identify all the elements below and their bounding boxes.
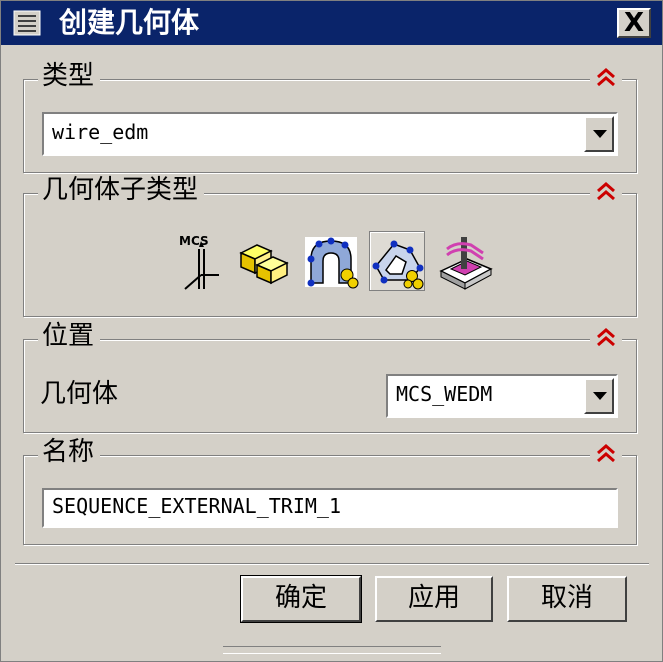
name-group: 名称 SEQUENCE_EXTERNAL_TRIM_1: [23, 436, 637, 545]
geometry-label: 几何体: [40, 379, 119, 409]
external-trim-icon: [305, 237, 359, 289]
sequence-icon: [439, 237, 493, 290]
type-group-title: 类型: [38, 60, 101, 92]
double-chevron-up-icon[interactable]: [590, 180, 622, 202]
dialog-menu-icon[interactable]: [13, 10, 41, 36]
type-group: 类型 wire_edm: [23, 60, 637, 173]
type-select-value: wire_edm: [52, 120, 149, 144]
mcs-icon-caption: MCS: [179, 234, 209, 248]
internal-trim-icon: [372, 240, 424, 290]
subtype-group-title: 几何体子类型: [38, 174, 205, 206]
mcs-icon: MCS: [179, 234, 219, 290]
subtype-sequence-button[interactable]: [437, 231, 493, 291]
ok-button[interactable]: 确定: [240, 575, 362, 623]
location-group: 位置 几何体 MCS_WEDM: [23, 320, 637, 433]
create-geometry-dialog: 创建几何体 X 类型 wire_edm 几何体子类型 MCS 位置 几何体 MC…: [0, 0, 663, 662]
close-button[interactable]: X: [617, 8, 651, 38]
double-chevron-up-icon[interactable]: [590, 66, 622, 88]
geometry-select-dropdown-button[interactable]: [584, 378, 614, 414]
name-input[interactable]: SEQUENCE_EXTERNAL_TRIM_1: [42, 488, 618, 528]
close-icon: X: [623, 8, 645, 38]
double-chevron-up-icon[interactable]: [590, 326, 622, 348]
chevron-down-icon: [593, 130, 607, 138]
window-title: 创建几何体: [59, 6, 200, 39]
geometry-select-value: MCS_WEDM: [396, 382, 493, 406]
type-select-dropdown-button[interactable]: [584, 116, 614, 152]
double-chevron-up-icon[interactable]: [590, 442, 622, 464]
subtype-workpiece-button[interactable]: [235, 231, 291, 291]
geometry-select[interactable]: MCS_WEDM: [386, 374, 618, 418]
location-group-title: 位置: [38, 320, 101, 352]
type-select[interactable]: wire_edm: [42, 112, 618, 156]
footer-separator: [15, 563, 649, 565]
subtype-mcs-button[interactable]: MCS: [171, 231, 227, 291]
chevron-down-icon: [593, 392, 607, 400]
workpiece-icon: [239, 244, 289, 285]
apply-button[interactable]: 应用: [375, 576, 493, 622]
resize-grip[interactable]: [223, 646, 441, 654]
title-bar[interactable]: 创建几何体 X: [1, 1, 662, 45]
name-group-title: 名称: [38, 436, 101, 468]
cancel-button[interactable]: 取消: [507, 576, 627, 622]
subtype-internal-trim-button[interactable]: [369, 231, 425, 291]
subtype-external-trim-button[interactable]: [303, 231, 359, 291]
name-input-value: SEQUENCE_EXTERNAL_TRIM_1: [52, 494, 341, 518]
